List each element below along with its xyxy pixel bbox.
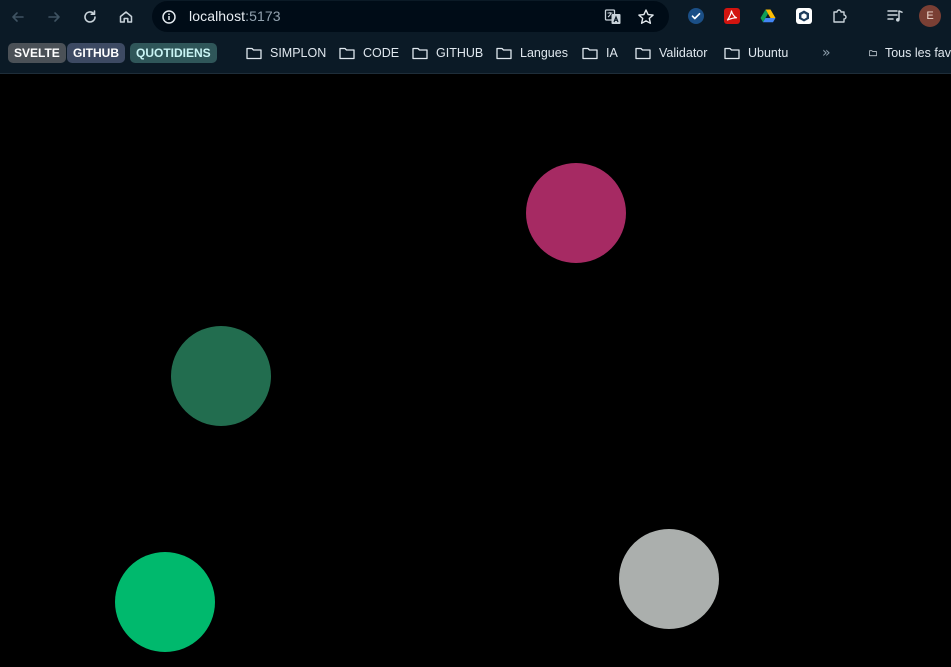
media-control-button[interactable] [885, 6, 905, 26]
magenta-circle [526, 163, 626, 263]
url-port: :5173 [245, 8, 281, 24]
extensions-button[interactable] [830, 6, 850, 26]
all-bookmarks-folder[interactable]: Tous les fav [869, 43, 951, 63]
folder-icon [412, 47, 428, 60]
folder-icon [724, 47, 740, 60]
arrow-left-icon [12, 12, 24, 22]
extension-drive[interactable] [758, 6, 778, 26]
site-info-icon[interactable] [161, 9, 177, 25]
folder-icon [635, 47, 651, 60]
url-host: localhost [189, 8, 246, 24]
folder-label: Validator [659, 46, 708, 60]
bookmark-folder-github[interactable]: GITHUB [412, 43, 483, 63]
bookmark-github[interactable]: GITHUB [67, 43, 125, 63]
folder-label: IA [606, 46, 618, 60]
bookmark-label: GITHUB [73, 46, 119, 60]
bookmark-star-icon[interactable] [637, 8, 655, 26]
back-button[interactable] [6, 5, 30, 29]
bookmark-folder-ubuntu[interactable]: Ubuntu [724, 43, 788, 63]
bookmark-svelte[interactable]: SVELTE [8, 43, 66, 63]
home-button[interactable] [114, 5, 138, 29]
forward-button[interactable] [42, 5, 66, 29]
all-bookmarks-label: Tous les fav [884, 46, 951, 60]
bookmark-label: QUOTIDIENS [136, 46, 211, 60]
bookmark-folder-langues[interactable]: Langues [496, 43, 568, 63]
bookmarks-overflow-chevron-icon[interactable]: » [822, 45, 831, 61]
url-text[interactable]: localhost:5173 [189, 8, 281, 24]
folder-icon [496, 47, 512, 60]
browser-toolbar: localhost:5173 E [0, 0, 951, 34]
bookmark-quotidiens[interactable]: QUOTIDIENS [130, 43, 217, 63]
reload-icon [84, 10, 96, 23]
folder-icon [246, 47, 262, 60]
bookmark-label: SVELTE [14, 46, 60, 60]
music-queue-icon [887, 10, 903, 22]
folder-icon [339, 47, 355, 60]
page-canvas [0, 74, 951, 667]
pdf-icon [724, 8, 740, 24]
check-badge-icon [688, 8, 704, 24]
bookmark-folder-ia[interactable]: IA [582, 43, 618, 63]
address-bar[interactable]: localhost:5173 [152, 1, 669, 32]
bookmark-folder-code[interactable]: CODE [339, 43, 399, 63]
dark-green-circle [171, 326, 271, 426]
folder-icon [582, 47, 598, 60]
drive-icon [760, 9, 776, 23]
extension-check[interactable] [686, 6, 706, 26]
puzzle-icon [833, 9, 847, 23]
folder-label: Ubuntu [748, 46, 789, 60]
folder-label: CODE [363, 46, 400, 60]
extension-dev[interactable] [794, 6, 814, 26]
home-icon [119, 11, 133, 23]
folder-label: SIMPLON [270, 46, 327, 60]
profile-avatar[interactable]: E [919, 5, 941, 27]
dev-tool-icon [796, 8, 812, 24]
folder-label: GITHUB [436, 46, 484, 60]
bookmarks-bar: SVELTE GITHUB QUOTIDIENS SIMPLON CODE GI… [0, 34, 951, 74]
arrow-right-icon [48, 12, 60, 22]
bookmark-folder-validator[interactable]: Validator [635, 43, 707, 63]
extension-pdf[interactable] [722, 6, 742, 26]
bookmark-folder-simplon[interactable]: SIMPLON [246, 43, 326, 63]
green-circle [115, 552, 215, 652]
folder-label: Langues [520, 46, 568, 60]
gray-circle [619, 529, 719, 629]
translate-icon[interactable] [604, 8, 622, 26]
folder-icon [869, 50, 877, 57]
reload-button[interactable] [78, 5, 102, 29]
